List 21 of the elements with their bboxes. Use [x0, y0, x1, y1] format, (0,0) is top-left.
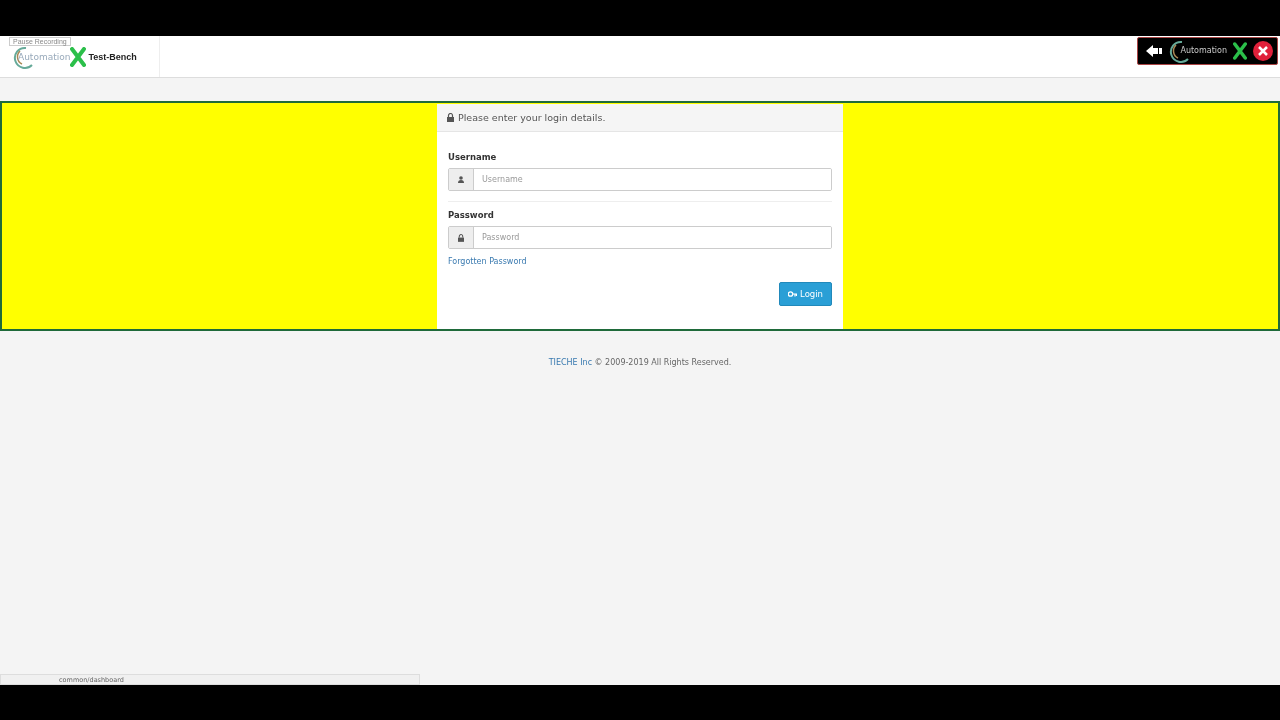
lock-icon — [458, 233, 464, 242]
copyright-text: TIECHE Inc © 2009-2019 All Rights Reserved. — [547, 358, 733, 367]
back-arrow-icon[interactable] — [1146, 44, 1163, 57]
login-heading: Please enter your login details. — [458, 112, 606, 123]
field-label: Username — [448, 152, 498, 162]
x-logo-icon — [1233, 41, 1247, 60]
company-link[interactable]: TIECHE Inc — [548, 358, 593, 367]
login-button[interactable]: Login — [779, 282, 832, 306]
key-icon — [788, 290, 798, 298]
app-title: Test-Bench — [88, 51, 137, 62]
close-icon — [1258, 45, 1268, 56]
logo-text: Automation — [1180, 46, 1227, 55]
x-logo-icon — [70, 46, 87, 67]
forgot-password-link[interactable]: Forgotten Password — [448, 257, 527, 266]
logo-text: Automation — [18, 51, 71, 62]
person-icon — [458, 176, 464, 183]
username-field[interactable]: Username — [448, 168, 832, 191]
close-button[interactable] — [1253, 40, 1273, 61]
lock-icon — [447, 113, 454, 122]
field-label: Password — [448, 210, 495, 220]
password-field[interactable]: Password — [448, 226, 832, 249]
